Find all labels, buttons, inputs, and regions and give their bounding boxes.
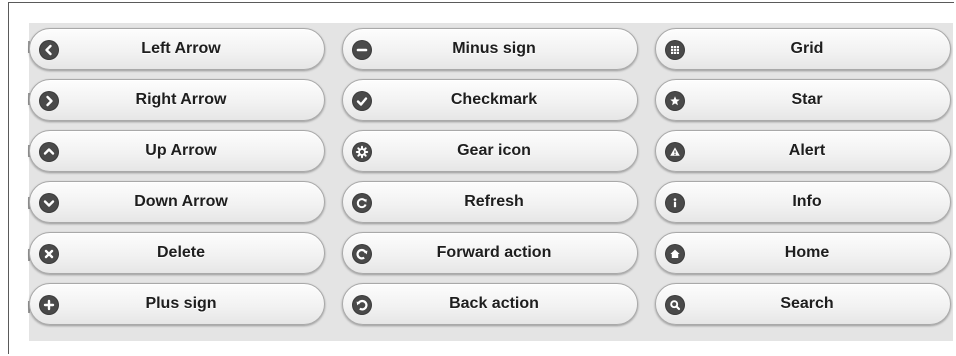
checkmark-button[interactable]: Checkmark: [342, 79, 638, 121]
home-button[interactable]: Home: [655, 232, 951, 274]
button-panel: Left Arrow Right Arrow Up Arrow Down Arr…: [28, 23, 953, 341]
search-label: Search: [780, 295, 834, 312]
grid-button[interactable]: Grid: [655, 28, 951, 70]
grid-label: Grid: [790, 40, 824, 57]
down-arrow-label: Down Arrow: [134, 193, 228, 210]
gear-label: Gear icon: [457, 142, 531, 159]
right-arrow-button[interactable]: Right Arrow: [29, 79, 325, 121]
up-arrow-label: Up Arrow: [145, 142, 217, 159]
star-button[interactable]: Star: [655, 79, 951, 121]
minus-sign-label: Minus sign: [452, 40, 536, 57]
forward-action-button[interactable]: Forward action: [342, 232, 638, 274]
refresh-button[interactable]: Refresh: [342, 181, 638, 223]
gear-button[interactable]: Gear icon: [342, 130, 638, 172]
home-label: Home: [784, 244, 830, 261]
delete-label: Delete: [156, 244, 206, 261]
star-label: Star: [791, 91, 823, 108]
page-frame: Left Arrow Right Arrow Up Arrow Down Arr…: [8, 2, 954, 354]
info-button[interactable]: Info: [655, 181, 951, 223]
right-arrow-label: Right Arrow: [135, 91, 227, 108]
minus-sign-button[interactable]: Minus sign: [342, 28, 638, 70]
down-arrow-button[interactable]: Down Arrow: [29, 181, 325, 223]
left-arrow-label: Left Arrow: [141, 40, 221, 57]
forward-action-label: Forward action: [436, 244, 552, 261]
checkmark-label: Checkmark: [450, 91, 538, 108]
back-action-button[interactable]: Back action: [342, 283, 638, 325]
info-label: Info: [792, 193, 822, 210]
plus-sign-label: Plus sign: [145, 295, 217, 312]
left-arrow-button[interactable]: Left Arrow: [29, 28, 325, 70]
search-button[interactable]: Search: [655, 283, 951, 325]
alert-label: Alert: [788, 142, 826, 159]
alert-button[interactable]: Alert: [655, 130, 951, 172]
plus-sign-button[interactable]: Plus sign: [29, 283, 325, 325]
back-action-label: Back action: [449, 295, 539, 312]
refresh-label: Refresh: [464, 193, 524, 210]
delete-button[interactable]: Delete: [29, 232, 325, 274]
up-arrow-button[interactable]: Up Arrow: [29, 130, 325, 172]
